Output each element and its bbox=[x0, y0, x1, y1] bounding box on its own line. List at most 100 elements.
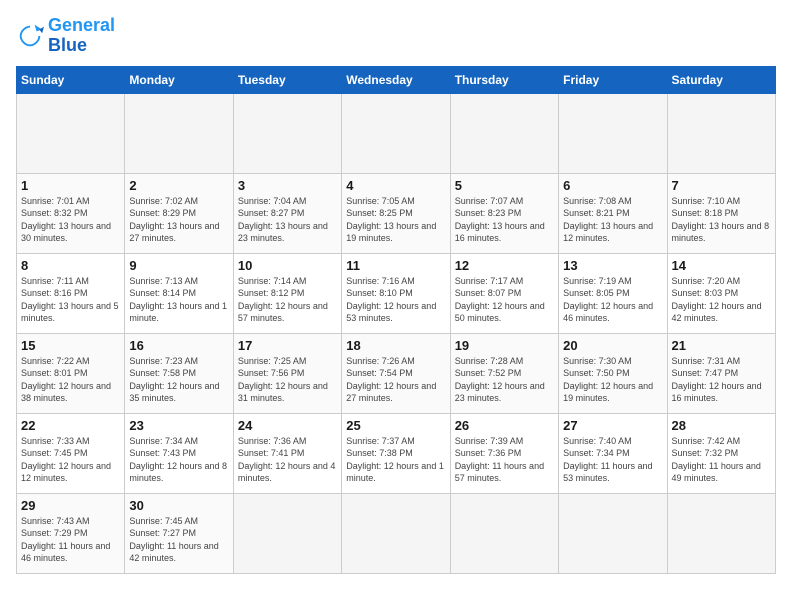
day-info: Sunrise: 7:33 AM Sunset: 7:45 PM Dayligh… bbox=[21, 435, 120, 485]
calendar-cell: 28 Sunrise: 7:42 AM Sunset: 7:32 PM Dayl… bbox=[667, 413, 775, 493]
day-number: 10 bbox=[238, 258, 337, 273]
day-info: Sunrise: 7:31 AM Sunset: 7:47 PM Dayligh… bbox=[672, 355, 771, 405]
day-info: Sunrise: 7:20 AM Sunset: 8:03 PM Dayligh… bbox=[672, 275, 771, 325]
col-sunday: Sunday bbox=[17, 66, 125, 93]
calendar-cell bbox=[125, 93, 233, 173]
day-info: Sunrise: 7:43 AM Sunset: 7:29 PM Dayligh… bbox=[21, 515, 120, 565]
day-info: Sunrise: 7:05 AM Sunset: 8:25 PM Dayligh… bbox=[346, 195, 445, 245]
day-number: 29 bbox=[21, 498, 120, 513]
day-info: Sunrise: 7:17 AM Sunset: 8:07 PM Dayligh… bbox=[455, 275, 554, 325]
day-number: 12 bbox=[455, 258, 554, 273]
logo-icon bbox=[16, 22, 44, 50]
day-number: 20 bbox=[563, 338, 662, 353]
calendar-cell: 5 Sunrise: 7:07 AM Sunset: 8:23 PM Dayli… bbox=[450, 173, 558, 253]
day-number: 14 bbox=[672, 258, 771, 273]
day-number: 26 bbox=[455, 418, 554, 433]
page-header: General Blue bbox=[16, 16, 776, 56]
week-row-3: 15 Sunrise: 7:22 AM Sunset: 8:01 PM Dayl… bbox=[17, 333, 776, 413]
calendar-cell: 24 Sunrise: 7:36 AM Sunset: 7:41 PM Dayl… bbox=[233, 413, 341, 493]
col-thursday: Thursday bbox=[450, 66, 558, 93]
calendar-cell bbox=[342, 493, 450, 573]
calendar-cell: 26 Sunrise: 7:39 AM Sunset: 7:36 PM Dayl… bbox=[450, 413, 558, 493]
day-info: Sunrise: 7:04 AM Sunset: 8:27 PM Dayligh… bbox=[238, 195, 337, 245]
day-number: 27 bbox=[563, 418, 662, 433]
calendar-cell: 25 Sunrise: 7:37 AM Sunset: 7:38 PM Dayl… bbox=[342, 413, 450, 493]
calendar-cell: 15 Sunrise: 7:22 AM Sunset: 8:01 PM Dayl… bbox=[17, 333, 125, 413]
calendar-table: Sunday Monday Tuesday Wednesday Thursday… bbox=[16, 66, 776, 574]
calendar-cell: 14 Sunrise: 7:20 AM Sunset: 8:03 PM Dayl… bbox=[667, 253, 775, 333]
calendar-cell bbox=[667, 493, 775, 573]
day-number: 1 bbox=[21, 178, 120, 193]
day-info: Sunrise: 7:22 AM Sunset: 8:01 PM Dayligh… bbox=[21, 355, 120, 405]
calendar-cell: 19 Sunrise: 7:28 AM Sunset: 7:52 PM Dayl… bbox=[450, 333, 558, 413]
day-info: Sunrise: 7:28 AM Sunset: 7:52 PM Dayligh… bbox=[455, 355, 554, 405]
day-number: 15 bbox=[21, 338, 120, 353]
calendar-cell bbox=[342, 93, 450, 173]
calendar-cell bbox=[559, 493, 667, 573]
day-number: 9 bbox=[129, 258, 228, 273]
day-number: 13 bbox=[563, 258, 662, 273]
calendar-cell: 12 Sunrise: 7:17 AM Sunset: 8:07 PM Dayl… bbox=[450, 253, 558, 333]
day-number: 16 bbox=[129, 338, 228, 353]
logo: General Blue bbox=[16, 16, 115, 56]
calendar-cell: 30 Sunrise: 7:45 AM Sunset: 7:27 PM Dayl… bbox=[125, 493, 233, 573]
day-info: Sunrise: 7:23 AM Sunset: 7:58 PM Dayligh… bbox=[129, 355, 228, 405]
week-row-0 bbox=[17, 93, 776, 173]
day-info: Sunrise: 7:11 AM Sunset: 8:16 PM Dayligh… bbox=[21, 275, 120, 325]
day-number: 4 bbox=[346, 178, 445, 193]
col-monday: Monday bbox=[125, 66, 233, 93]
day-number: 8 bbox=[21, 258, 120, 273]
day-info: Sunrise: 7:37 AM Sunset: 7:38 PM Dayligh… bbox=[346, 435, 445, 485]
calendar-cell bbox=[450, 493, 558, 573]
calendar-cell: 20 Sunrise: 7:30 AM Sunset: 7:50 PM Dayl… bbox=[559, 333, 667, 413]
day-info: Sunrise: 7:45 AM Sunset: 7:27 PM Dayligh… bbox=[129, 515, 228, 565]
calendar-cell: 11 Sunrise: 7:16 AM Sunset: 8:10 PM Dayl… bbox=[342, 253, 450, 333]
week-row-2: 8 Sunrise: 7:11 AM Sunset: 8:16 PM Dayli… bbox=[17, 253, 776, 333]
calendar-cell: 16 Sunrise: 7:23 AM Sunset: 7:58 PM Dayl… bbox=[125, 333, 233, 413]
calendar-cell bbox=[559, 93, 667, 173]
day-number: 2 bbox=[129, 178, 228, 193]
day-number: 19 bbox=[455, 338, 554, 353]
day-info: Sunrise: 7:13 AM Sunset: 8:14 PM Dayligh… bbox=[129, 275, 228, 325]
logo-text: General Blue bbox=[48, 16, 115, 56]
calendar-cell: 18 Sunrise: 7:26 AM Sunset: 7:54 PM Dayl… bbox=[342, 333, 450, 413]
calendar-cell bbox=[233, 93, 341, 173]
calendar-cell: 17 Sunrise: 7:25 AM Sunset: 7:56 PM Dayl… bbox=[233, 333, 341, 413]
day-number: 25 bbox=[346, 418, 445, 433]
day-info: Sunrise: 7:25 AM Sunset: 7:56 PM Dayligh… bbox=[238, 355, 337, 405]
day-number: 21 bbox=[672, 338, 771, 353]
calendar-cell: 22 Sunrise: 7:33 AM Sunset: 7:45 PM Dayl… bbox=[17, 413, 125, 493]
day-number: 18 bbox=[346, 338, 445, 353]
day-info: Sunrise: 7:34 AM Sunset: 7:43 PM Dayligh… bbox=[129, 435, 228, 485]
header-row: Sunday Monday Tuesday Wednesday Thursday… bbox=[17, 66, 776, 93]
day-number: 11 bbox=[346, 258, 445, 273]
day-number: 30 bbox=[129, 498, 228, 513]
calendar-cell bbox=[233, 493, 341, 573]
day-info: Sunrise: 7:08 AM Sunset: 8:21 PM Dayligh… bbox=[563, 195, 662, 245]
calendar-cell: 9 Sunrise: 7:13 AM Sunset: 8:14 PM Dayli… bbox=[125, 253, 233, 333]
week-row-5: 29 Sunrise: 7:43 AM Sunset: 7:29 PM Dayl… bbox=[17, 493, 776, 573]
day-number: 28 bbox=[672, 418, 771, 433]
col-friday: Friday bbox=[559, 66, 667, 93]
calendar-cell: 29 Sunrise: 7:43 AM Sunset: 7:29 PM Dayl… bbox=[17, 493, 125, 573]
calendar-cell bbox=[17, 93, 125, 173]
day-info: Sunrise: 7:10 AM Sunset: 8:18 PM Dayligh… bbox=[672, 195, 771, 245]
day-info: Sunrise: 7:39 AM Sunset: 7:36 PM Dayligh… bbox=[455, 435, 554, 485]
calendar-cell: 23 Sunrise: 7:34 AM Sunset: 7:43 PM Dayl… bbox=[125, 413, 233, 493]
day-number: 5 bbox=[455, 178, 554, 193]
day-info: Sunrise: 7:40 AM Sunset: 7:34 PM Dayligh… bbox=[563, 435, 662, 485]
calendar-cell: 4 Sunrise: 7:05 AM Sunset: 8:25 PM Dayli… bbox=[342, 173, 450, 253]
day-number: 22 bbox=[21, 418, 120, 433]
day-number: 6 bbox=[563, 178, 662, 193]
day-number: 24 bbox=[238, 418, 337, 433]
day-info: Sunrise: 7:14 AM Sunset: 8:12 PM Dayligh… bbox=[238, 275, 337, 325]
calendar-cell bbox=[667, 93, 775, 173]
calendar-cell: 10 Sunrise: 7:14 AM Sunset: 8:12 PM Dayl… bbox=[233, 253, 341, 333]
day-info: Sunrise: 7:02 AM Sunset: 8:29 PM Dayligh… bbox=[129, 195, 228, 245]
day-info: Sunrise: 7:26 AM Sunset: 7:54 PM Dayligh… bbox=[346, 355, 445, 405]
calendar-cell: 1 Sunrise: 7:01 AM Sunset: 8:32 PM Dayli… bbox=[17, 173, 125, 253]
day-info: Sunrise: 7:30 AM Sunset: 7:50 PM Dayligh… bbox=[563, 355, 662, 405]
week-row-1: 1 Sunrise: 7:01 AM Sunset: 8:32 PM Dayli… bbox=[17, 173, 776, 253]
col-tuesday: Tuesday bbox=[233, 66, 341, 93]
col-saturday: Saturday bbox=[667, 66, 775, 93]
